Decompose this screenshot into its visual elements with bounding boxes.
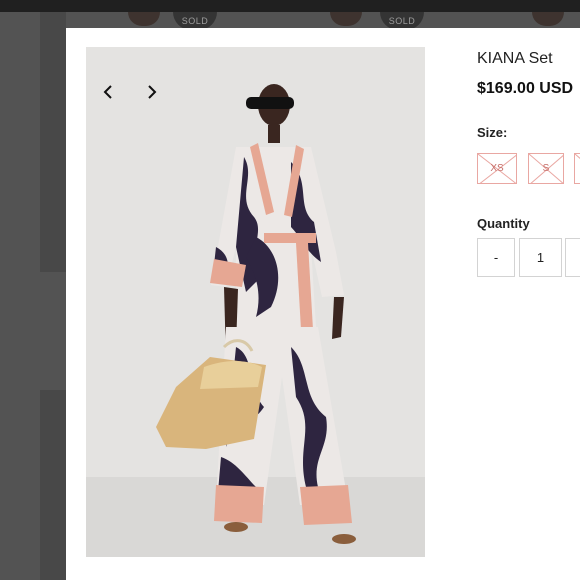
chevron-right-icon [148, 85, 157, 99]
product-title: KIANA Set [477, 50, 553, 67]
quantity-input[interactable]: 1 [519, 238, 562, 277]
product-price: $169.00 USD [477, 80, 574, 97]
quantity-increment-button[interactable]: + [565, 238, 580, 277]
size-option-partial[interactable] [574, 153, 580, 184]
size-option-xs[interactable]: XS [477, 153, 517, 184]
chevron-left-icon [103, 85, 112, 99]
quantity-decrement-button[interactable]: - [477, 238, 515, 277]
size-option-label: S [542, 163, 550, 174]
product-info-panel: KIANA Set $169.00 USD Size: XS S Quantit… [477, 28, 580, 580]
gallery-prev-button[interactable] [103, 85, 121, 103]
product-image [86, 47, 425, 557]
size-option-s[interactable]: S [528, 153, 564, 184]
quantity-label: Quantity [477, 216, 530, 231]
size-option-label: XS [490, 163, 504, 174]
product-photo-illustration [86, 47, 425, 557]
size-label: Size: [477, 125, 508, 140]
strikethrough-icon [575, 154, 580, 159]
gallery-next-button[interactable] [147, 85, 165, 103]
quick-view-modal: KIANA Set $169.00 USD Size: XS S Quantit… [66, 28, 580, 580]
